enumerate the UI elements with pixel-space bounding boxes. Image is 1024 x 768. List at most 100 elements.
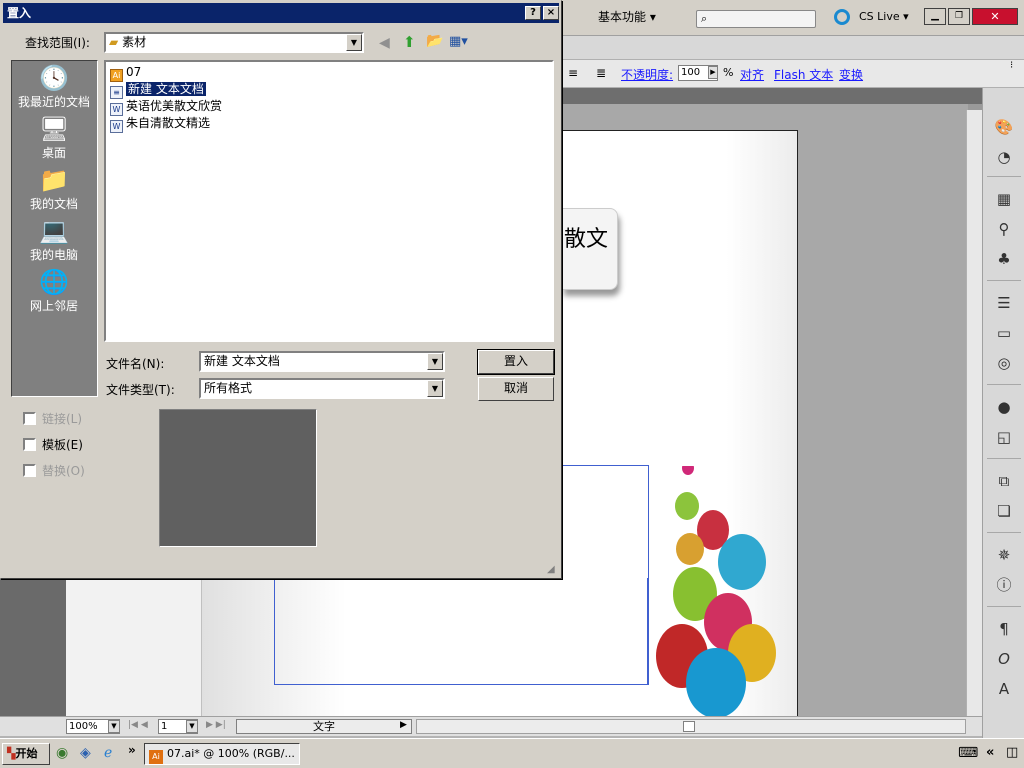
align-right-icon[interactable]: ≣ [596, 66, 606, 80]
status-mode[interactable]: 文字 [236, 719, 412, 734]
layers-icon[interactable]: ⧉ [992, 470, 1016, 492]
recent-documents-icon: 🕓 [39, 64, 69, 92]
checkbox-box[interactable] [23, 464, 36, 477]
chevron-down-icon[interactable]: ▼ [427, 353, 443, 370]
graphic-styles-icon[interactable]: ◱ [992, 426, 1016, 448]
flash-text-link[interactable]: Flash 文本 [774, 66, 833, 83]
folder-icon: ▰ [109, 35, 119, 49]
search-field[interactable]: ⌕ [696, 10, 816, 28]
paragraph-icon[interactable]: ¶ [992, 618, 1016, 640]
status-menu-arrow-icon[interactable]: ▶ [400, 720, 407, 730]
control-bar: ≡ ≣ 不透明度: 100 ▶ % 对齐 Flash 文本 变换 ⁝ [562, 60, 1024, 88]
checkbox-box[interactable] [23, 412, 36, 425]
filetype-select[interactable]: 所有格式 ▼ [199, 378, 445, 399]
filename-label: 文件名(N): [106, 357, 165, 371]
network-tray-icon[interactable]: ◫ [1006, 745, 1018, 760]
close-app-button[interactable]: ✕ [972, 8, 1018, 25]
chevron-down-icon[interactable]: ▼ [427, 380, 443, 397]
lookin-combo[interactable]: ▰ 素材 ▼ [104, 32, 364, 53]
place-network[interactable]: 🌐 网上邻居 [16, 267, 92, 317]
transparency-icon[interactable]: ◎ [992, 352, 1016, 374]
my-computer-icon: 💻 [39, 217, 69, 245]
align-link[interactable]: 对齐 [740, 66, 764, 83]
taskbar-window-illustrator[interactable]: Ai 07.ai* @ 100% (RGB/... [144, 743, 300, 765]
replace-checkbox[interactable]: 替换(O) [23, 464, 85, 478]
cs-live-menu[interactable]: CS Live ▾ [859, 10, 909, 23]
artboard-lower [202, 578, 648, 718]
taskbar-overflow-icon[interactable]: » [128, 743, 136, 757]
quick-launch-icon[interactable]: ◈ [80, 745, 91, 761]
control-bar-menu-icon[interactable]: ⁝ [1010, 60, 1013, 71]
document-tab-strip [562, 88, 982, 104]
checkbox-box[interactable] [23, 438, 36, 451]
vertical-scrollbar[interactable] [966, 110, 982, 716]
file-item[interactable]: W 英语优美散文欣赏 [110, 98, 222, 116]
resize-grip-icon[interactable]: ◢ [547, 564, 555, 575]
opacity-dropdown-arrow[interactable]: ▶ [708, 66, 718, 79]
file-item-selected[interactable]: ≡ 新建 文本文档 [110, 81, 207, 99]
place-dialog: 置入 ? × 查找范围(I): ▰ 素材 ▼ ◀ ⬆ 📂 ▦▾ 🕓 我最近的文档… [0, 0, 562, 579]
place-desktop[interactable]: 🖥 桌面 [16, 114, 92, 164]
color-guide-icon[interactable]: 🎨 [992, 116, 1016, 138]
stroke-icon[interactable]: ☰ [992, 292, 1016, 314]
start-button[interactable]: ▚开始 [2, 743, 50, 765]
illustrator-icon: Ai [149, 750, 163, 764]
dialog-close-button[interactable]: × [543, 6, 559, 20]
workspace-switcher[interactable]: 基本功能 ▾ [598, 8, 656, 25]
cancel-button[interactable]: 取消 [478, 377, 554, 401]
character-icon[interactable]: A [992, 678, 1016, 700]
info-icon[interactable]: ⓘ [992, 574, 1016, 596]
place-recent[interactable]: 🕓 我最近的文档 [16, 63, 92, 113]
template-checkbox[interactable]: 模板(E) [23, 438, 83, 452]
place-button[interactable]: 置入 [477, 349, 555, 375]
minimize-button[interactable]: ▁ [924, 8, 946, 25]
restore-button[interactable]: ❐ [948, 8, 970, 25]
zoom-dropdown-arrow[interactable]: ▼ [108, 720, 120, 733]
new-folder-icon[interactable]: 📂 [426, 33, 443, 49]
horizontal-scroll-thumb[interactable] [683, 721, 695, 732]
help-button[interactable]: ? [525, 6, 541, 20]
gradient-icon[interactable]: ▭ [992, 322, 1016, 344]
file-list[interactable]: Ai 07 ≡ 新建 文本文档 W 英语优美散文欣赏 W 朱自清散文精选 [104, 60, 554, 342]
symbols-icon[interactable]: ♣ [992, 248, 1016, 270]
place-my-documents[interactable]: 📁 我的文档 [16, 165, 92, 215]
filename-input[interactable]: 新建 文本文档 ▼ [199, 351, 445, 372]
preview-pane [159, 409, 317, 547]
panel-area [66, 578, 202, 718]
lookin-label: 查找范围(I): [25, 36, 90, 50]
file-item[interactable]: W 朱自清散文精选 [110, 115, 210, 133]
opacity-unit: % [723, 66, 734, 79]
place-my-computer[interactable]: 💻 我的电脑 [16, 216, 92, 266]
transform-link[interactable]: 变换 [839, 66, 863, 83]
opentype-icon[interactable]: O [992, 648, 1016, 670]
taskbar: ▚开始 ◉ ◈ ℯ » Ai 07.ai* @ 100% (RGB/... ⌨ «… [0, 738, 1024, 768]
file-item[interactable]: Ai 07 [110, 64, 141, 82]
back-icon[interactable]: ◀ [379, 35, 390, 51]
internet-explorer-icon[interactable]: ℯ [104, 745, 112, 761]
color-wheel-icon[interactable]: ◔ [992, 146, 1016, 168]
navigator-icon[interactable]: ✵ [992, 544, 1016, 566]
dialog-title: 置入 [7, 6, 32, 20]
page-dropdown-arrow[interactable]: ▼ [186, 720, 198, 733]
first-page-icon[interactable]: |◀ ◀ [128, 720, 148, 730]
text-frame-lower [274, 578, 648, 685]
app-title-bar: 基本功能 ▾ ⌕ CS Live ▾ ▁ ❐ ✕ [562, 0, 1024, 36]
chevron-down-icon[interactable]: ▼ [346, 34, 362, 51]
tray-expand-icon[interactable]: « [986, 745, 994, 760]
desktop-icon: 🖥 [39, 115, 70, 143]
menu-bar-strip [562, 36, 1024, 60]
up-folder-icon[interactable]: ⬆ [403, 33, 416, 51]
last-page-icon[interactable]: ▶ ▶| [206, 720, 226, 730]
horizontal-scrollbar[interactable] [416, 719, 966, 734]
swatches-icon[interactable]: ▦ [992, 188, 1016, 210]
view-menu-icon[interactable]: ▦▾ [449, 34, 468, 49]
align-center-icon[interactable]: ≡ [568, 66, 578, 80]
opacity-label[interactable]: 不透明度: [621, 66, 673, 83]
appearance-icon[interactable]: ● [992, 396, 1016, 418]
media-player-icon[interactable]: ◉ [56, 745, 68, 761]
link-checkbox[interactable]: 链接(L) [23, 412, 82, 426]
brushes-icon[interactable]: ⚲ [992, 218, 1016, 240]
artboards-icon[interactable]: ❏ [992, 500, 1016, 522]
keyboard-icon[interactable]: ⌨ [958, 745, 978, 761]
tools-panel-strip [0, 578, 66, 718]
